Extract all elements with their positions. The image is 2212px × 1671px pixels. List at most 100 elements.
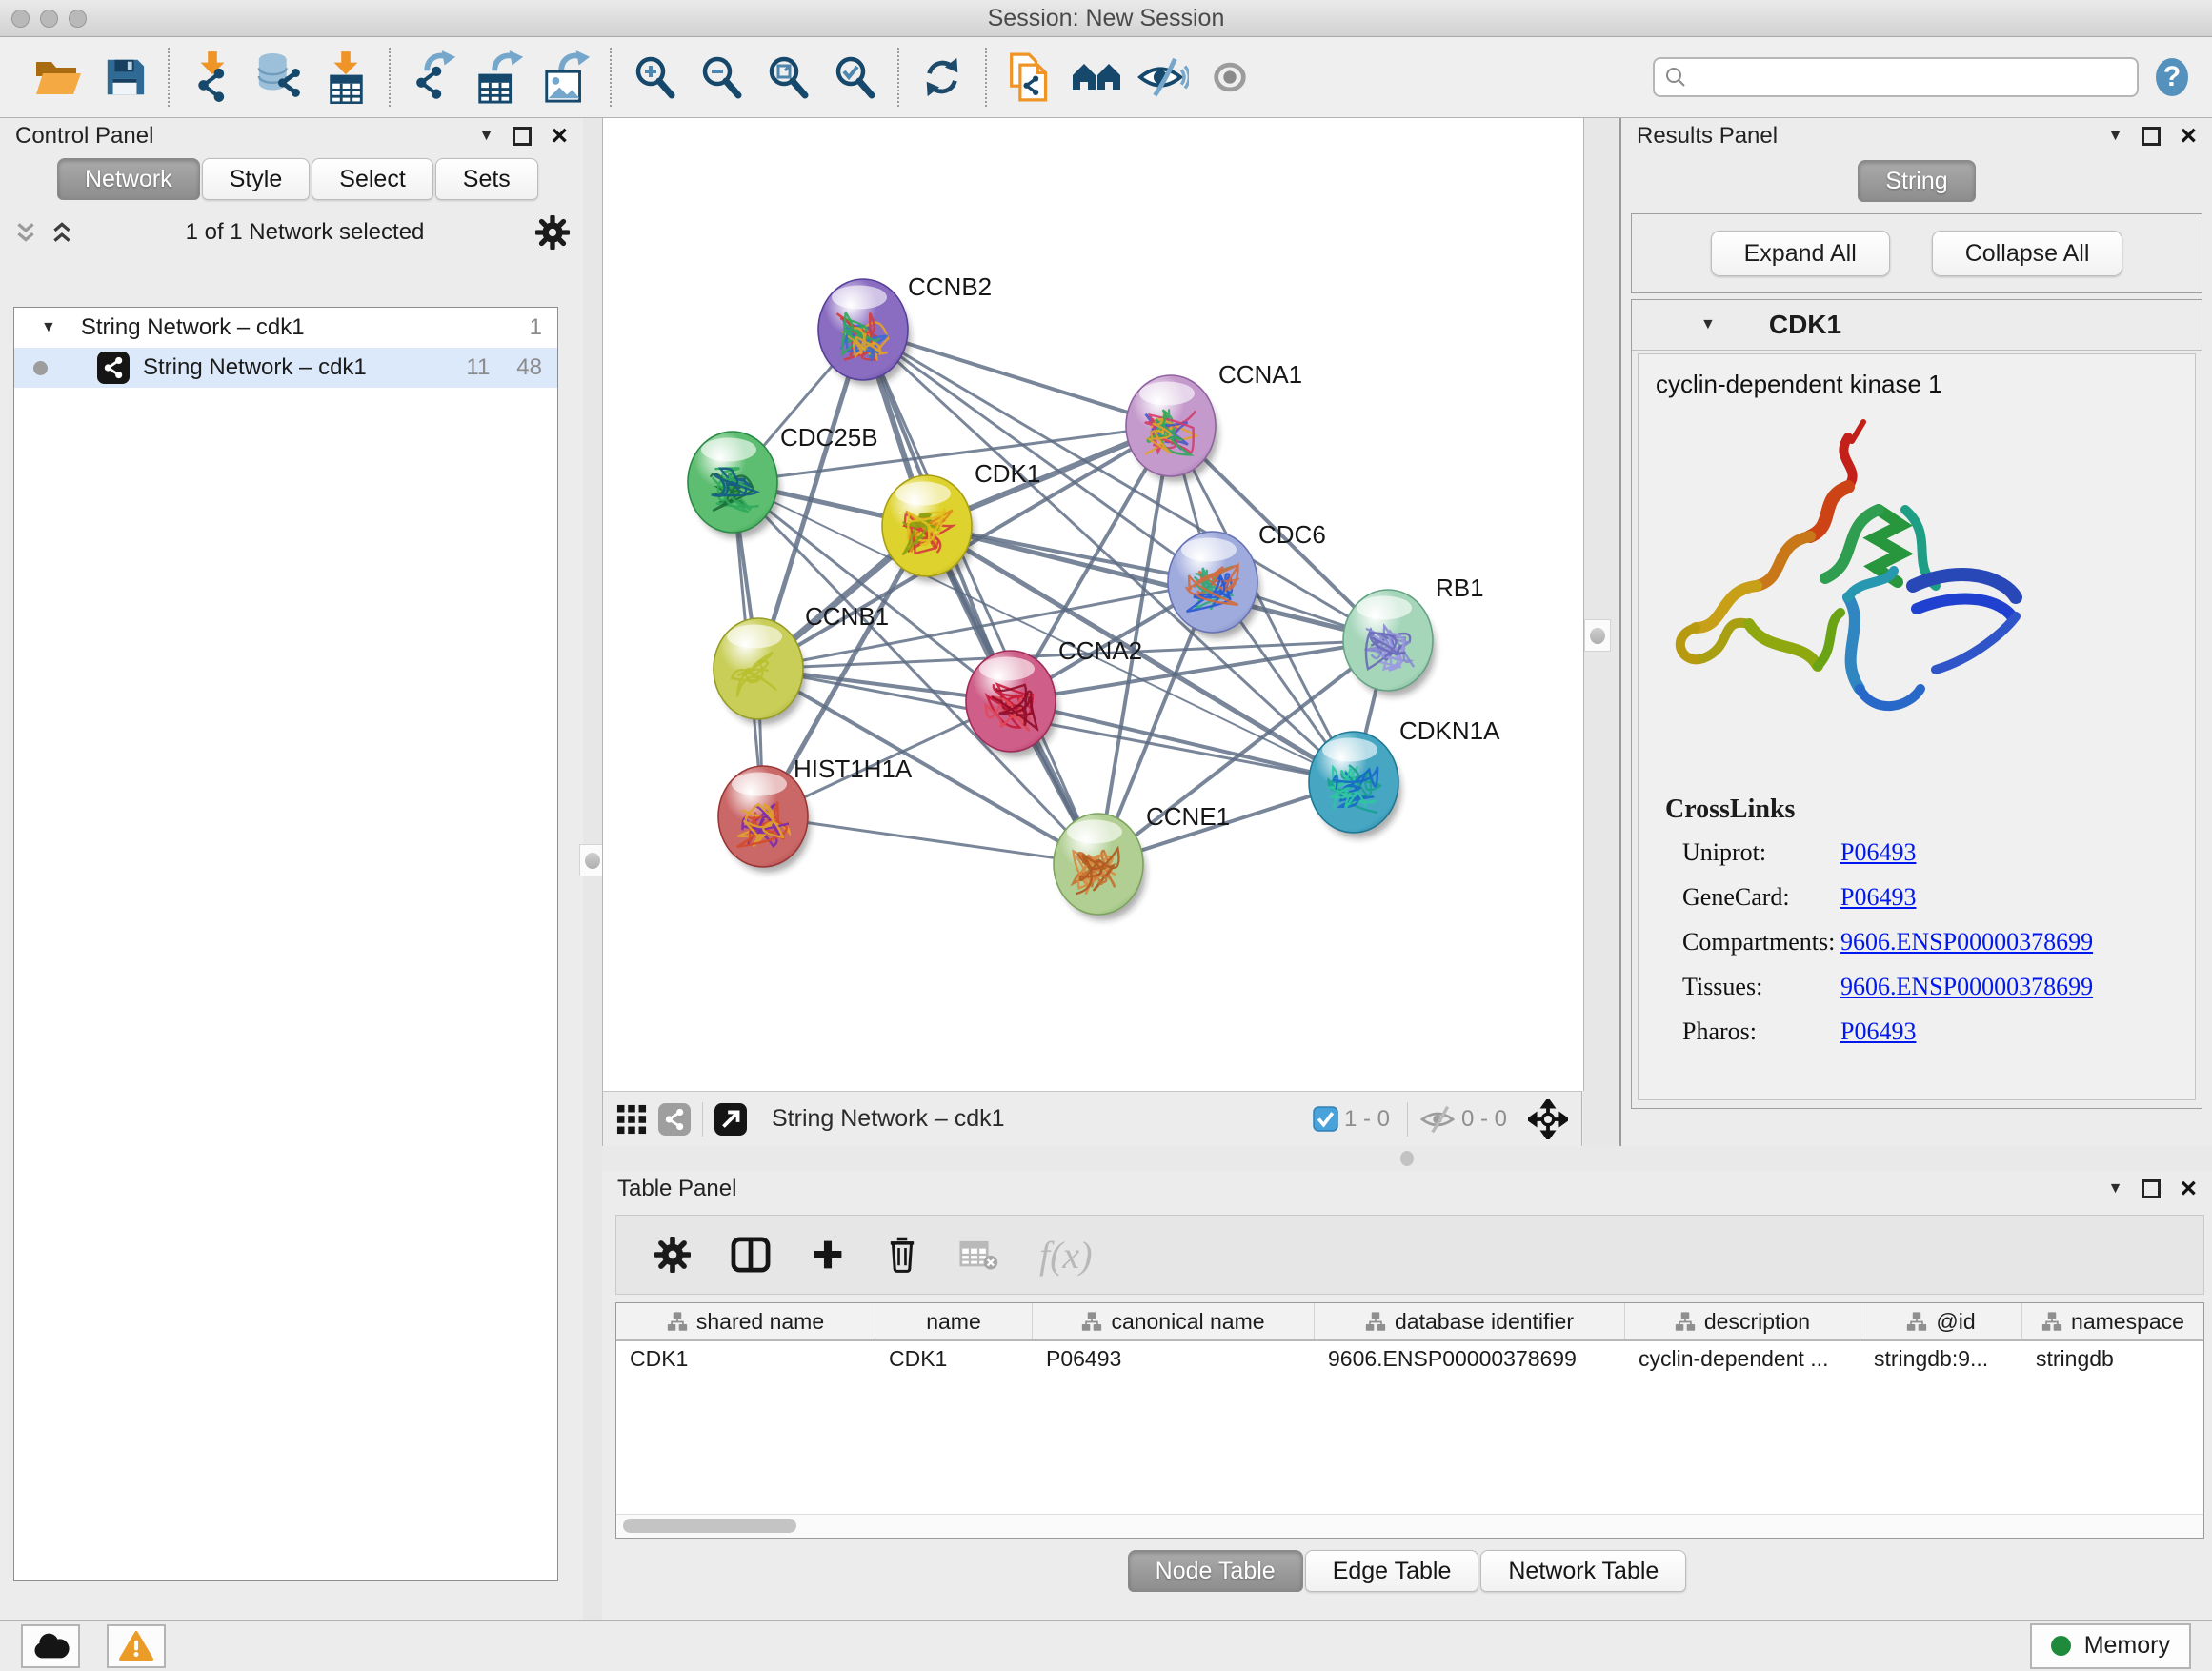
network-edge-count: 48 xyxy=(516,354,542,381)
float-panel-icon[interactable] xyxy=(2142,1179,2161,1198)
crosslink-link[interactable]: P06493 xyxy=(1840,1017,1916,1046)
table-horizontal-scrollbar[interactable] xyxy=(616,1514,2203,1538)
birdseye-navigator-icon[interactable] xyxy=(1528,1099,1568,1139)
network-collection-row[interactable]: ▼ String Network – cdk1 1 xyxy=(14,308,557,348)
crosslink-link[interactable]: 9606.ENSP00000378699 xyxy=(1840,973,2093,1001)
tab-network-table[interactable]: Network Table xyxy=(1480,1550,1686,1592)
zoom-in-button[interactable] xyxy=(628,49,681,106)
network-node[interactable]: CDK1 xyxy=(882,459,1040,582)
status-bar: Memory xyxy=(0,1620,2212,1671)
cell-id[interactable]: stringdb:9... xyxy=(1860,1346,2022,1372)
panel-menu-icon[interactable]: ▼ xyxy=(479,129,494,144)
export-network-icon xyxy=(410,50,457,104)
help-button[interactable]: ? xyxy=(2145,49,2199,106)
close-panel-icon[interactable]: × xyxy=(2180,1178,2197,1200)
tab-edge-table[interactable]: Edge Table xyxy=(1305,1550,1479,1592)
network-view-canvas[interactable]: CCNB2CCNA1CDC25BCDK1CDC6RB1CCNB1CCNA2CDK… xyxy=(602,118,1584,1091)
cloud-status-button[interactable] xyxy=(21,1624,80,1668)
collection-expander-icon[interactable]: ▼ xyxy=(41,320,56,335)
tab-network[interactable]: Network xyxy=(57,158,200,200)
toolbar-separator xyxy=(985,48,987,107)
expand-all-button[interactable]: Expand All xyxy=(1711,231,1890,276)
refresh-view-button[interactable] xyxy=(915,49,969,106)
column-header[interactable]: namespace xyxy=(2022,1303,2203,1339)
scrollbar-thumb[interactable] xyxy=(623,1519,796,1533)
network-overview-button[interactable] xyxy=(1070,49,1123,106)
column-header[interactable]: shared name xyxy=(616,1303,875,1339)
delete-column-icon[interactable] xyxy=(885,1236,919,1274)
cell-description[interactable]: cyclin-dependent ... xyxy=(1625,1346,1860,1372)
panel-menu-icon[interactable]: ▼ xyxy=(2108,1181,2123,1197)
network-row[interactable]: String Network – cdk1 11 48 xyxy=(14,348,557,388)
copy-network-button[interactable] xyxy=(1003,49,1056,106)
show-hidden-button[interactable] xyxy=(1203,49,1257,106)
import-table-button[interactable] xyxy=(319,49,372,106)
crosslink-link[interactable]: 9606.ENSP00000378699 xyxy=(1840,928,2093,956)
column-header[interactable]: @id xyxy=(1860,1303,2022,1339)
column-header[interactable]: canonical name xyxy=(1033,1303,1315,1339)
import-network-file-button[interactable] xyxy=(186,49,239,106)
add-column-icon[interactable] xyxy=(811,1238,845,1272)
detach-view-icon[interactable] xyxy=(714,1103,747,1136)
hidden-eye-icon xyxy=(1419,1104,1456,1135)
tab-node-table[interactable]: Node Table xyxy=(1128,1550,1303,1592)
entry-header[interactable]: ▼ CDK1 xyxy=(1632,300,2202,351)
hide-selected-button[interactable] xyxy=(1136,49,1190,106)
grid-view-icon[interactable] xyxy=(616,1104,647,1135)
open-session-button[interactable] xyxy=(31,49,85,106)
collapse-all-button[interactable]: Collapse All xyxy=(1932,231,2123,276)
warnings-button[interactable] xyxy=(107,1624,166,1668)
entry-expander-icon[interactable]: ▼ xyxy=(1700,317,1716,332)
tab-sets[interactable]: Sets xyxy=(435,158,538,200)
title-bar: Session: New Session xyxy=(0,0,2212,37)
crosslink-link[interactable]: P06493 xyxy=(1840,838,1916,867)
network-node[interactable]: RB1 xyxy=(1343,574,1484,696)
column-header[interactable]: description xyxy=(1625,1303,1860,1339)
tab-select[interactable]: Select xyxy=(312,158,432,200)
tab-string-results[interactable]: String xyxy=(1858,160,1975,202)
network-node[interactable]: CDKN1A xyxy=(1309,716,1500,838)
network-tree-header: 1 of 1 Network selected xyxy=(13,211,570,253)
zoom-in-icon xyxy=(633,55,676,99)
crosslink-link[interactable]: P06493 xyxy=(1840,883,1916,912)
zoom-selected-button[interactable] xyxy=(828,49,881,106)
show-columns-icon[interactable] xyxy=(731,1237,771,1273)
export-image-button[interactable] xyxy=(540,49,593,106)
column-type-icon xyxy=(2041,1311,2062,1333)
network-node[interactable]: HIST1H1A xyxy=(718,755,913,873)
close-panel-icon[interactable]: × xyxy=(2180,125,2197,148)
network-view-mode-icon[interactable] xyxy=(658,1103,691,1136)
export-table-button[interactable] xyxy=(473,49,527,106)
selected-nodes-checkbox-icon[interactable] xyxy=(1313,1106,1338,1132)
collapse-all-icon[interactable] xyxy=(13,220,38,245)
network-options-gear-icon[interactable] xyxy=(535,215,570,250)
close-panel-icon[interactable]: × xyxy=(551,125,568,148)
float-panel-icon[interactable] xyxy=(2142,127,2161,146)
cell-database-identifier[interactable]: 9606.ENSP00000378699 xyxy=(1315,1346,1625,1372)
zoom-fit-button[interactable] xyxy=(761,49,814,106)
tab-style[interactable]: Style xyxy=(202,158,311,200)
table-row[interactable]: CDK1 CDK1 P06493 9606.ENSP00000378699 cy… xyxy=(616,1341,2203,1376)
column-header[interactable]: database identifier xyxy=(1315,1303,1625,1339)
memory-button[interactable]: Memory xyxy=(2030,1623,2191,1669)
save-session-button[interactable] xyxy=(98,49,151,106)
export-network-button[interactable] xyxy=(407,49,460,106)
search-input[interactable] xyxy=(1695,64,2137,91)
network-graph[interactable]: CCNB2CCNA1CDC25BCDK1CDC6RB1CCNB1CCNA2CDK… xyxy=(603,118,1583,1091)
float-panel-icon[interactable] xyxy=(513,127,532,146)
horizontal-splitter[interactable] xyxy=(602,1146,2212,1171)
right-splitter-handle[interactable] xyxy=(1584,619,1611,652)
network-node[interactable]: CCNA1 xyxy=(1126,360,1302,482)
column-header[interactable]: name xyxy=(875,1303,1033,1339)
horizontal-splitter-handle[interactable] xyxy=(1400,1151,1414,1166)
cell-canonical-name[interactable]: P06493 xyxy=(1033,1346,1315,1372)
table-options-gear-icon[interactable] xyxy=(654,1237,691,1273)
network-node[interactable]: CCNE1 xyxy=(1054,802,1230,920)
expand-all-icon[interactable] xyxy=(50,220,74,245)
import-network-database-button[interactable] xyxy=(252,49,306,106)
zoom-out-button[interactable] xyxy=(694,49,748,106)
panel-menu-icon[interactable]: ▼ xyxy=(2108,129,2123,144)
cell-shared-name[interactable]: CDK1 xyxy=(616,1346,875,1372)
cell-name[interactable]: CDK1 xyxy=(875,1346,1033,1372)
cell-namespace[interactable]: stringdb xyxy=(2022,1346,2203,1372)
